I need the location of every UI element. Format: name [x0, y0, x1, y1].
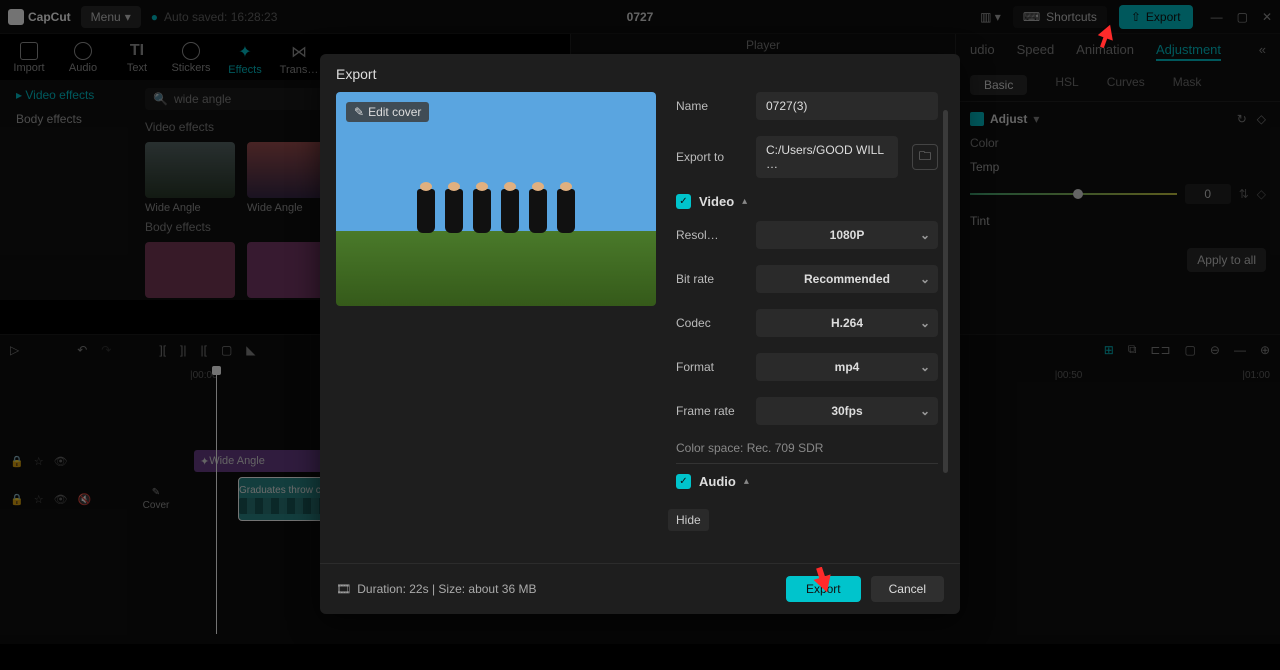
format-label: Format [676, 360, 746, 374]
export-path-input[interactable]: C:/Users/GOOD WILL … [756, 136, 898, 178]
hide-tooltip: Hide [668, 509, 709, 531]
color-space-text: Color space: Rec. 709 SDR [676, 441, 938, 455]
name-label: Name [676, 99, 746, 113]
annotation-arrow-export [812, 567, 834, 593]
cover-preview: ✎ Edit cover [336, 92, 656, 306]
export-dialog: Export ✎ Edit cover Name 0727(3) Export … [320, 54, 960, 614]
pencil-icon: ✎ [354, 105, 364, 119]
annotation-arrow-top [1096, 24, 1116, 48]
duration-text: Duration: 22s | Size: about 36 MB [357, 582, 536, 596]
codec-select[interactable]: H.264 [756, 309, 938, 337]
chevron-up-icon[interactable]: ▴ [742, 196, 747, 207]
codec-label: Codec [676, 316, 746, 330]
resolution-label: Resol… [676, 228, 746, 242]
audio-checkbox[interactable]: ✓ [676, 474, 691, 489]
resolution-select[interactable]: 1080P [756, 221, 938, 249]
cover-figures [336, 189, 656, 233]
dialog-cancel-button[interactable]: Cancel [871, 576, 944, 602]
bitrate-select[interactable]: Recommended [756, 265, 938, 293]
video-checkbox[interactable]: ✓ [676, 194, 691, 209]
name-input[interactable]: 0727(3) [756, 92, 938, 120]
export-path-label: Export to [676, 150, 746, 164]
audio-section-label: Audio [699, 474, 736, 489]
film-icon: 🎞 [336, 582, 351, 596]
browse-folder-button[interactable]: 🗀 [912, 144, 938, 170]
duration-info: 🎞 Duration: 22s | Size: about 36 MB [336, 582, 536, 596]
framerate-select[interactable]: 30fps [756, 397, 938, 425]
bitrate-label: Bit rate [676, 272, 746, 286]
export-path-value: C:/Users/GOOD WILL … [766, 143, 888, 171]
edit-cover-button[interactable]: ✎ Edit cover [346, 102, 429, 122]
edit-cover-label: Edit cover [368, 105, 421, 119]
format-select[interactable]: mp4 [756, 353, 938, 381]
video-section-label: Video [699, 194, 734, 209]
framerate-label: Frame rate [676, 404, 746, 418]
dialog-scrollbar[interactable] [943, 110, 948, 473]
chevron-up-icon[interactable]: ▴ [744, 476, 749, 487]
folder-icon: 🗀 [919, 147, 931, 168]
dialog-title: Export [320, 54, 960, 92]
